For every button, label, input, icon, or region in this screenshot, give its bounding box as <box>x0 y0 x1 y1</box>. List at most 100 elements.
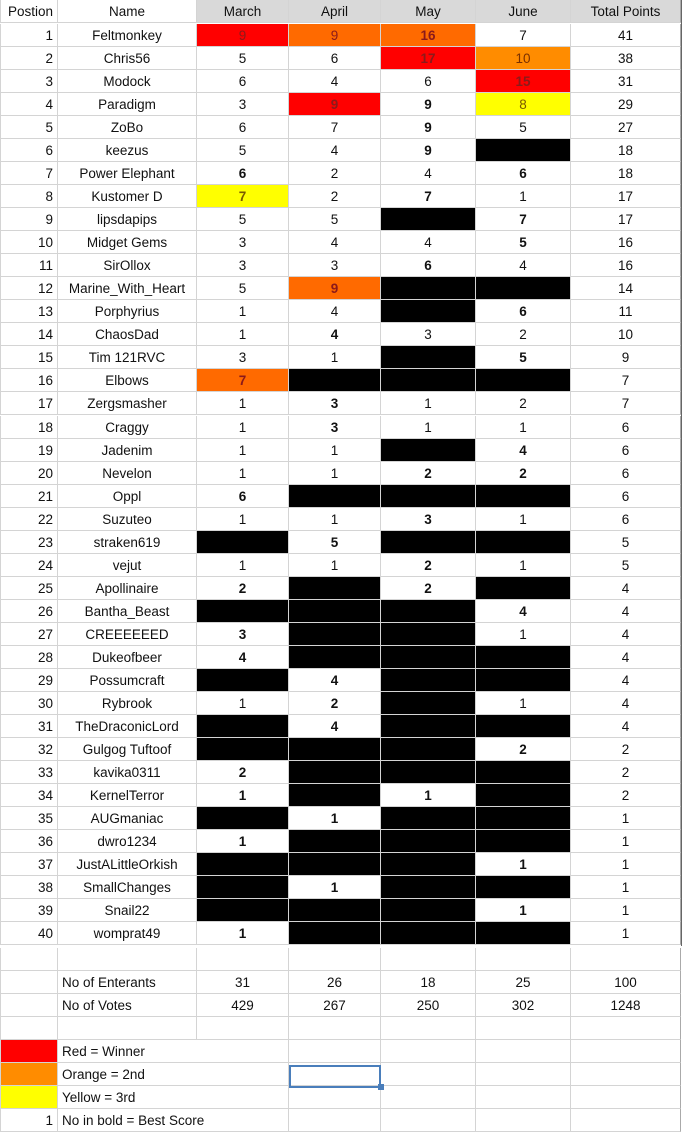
position-cell[interactable]: 10 <box>0 231 58 255</box>
position-cell[interactable]: 31 <box>0 714 58 738</box>
total-points-cell[interactable]: 1 <box>571 899 681 923</box>
name-cell[interactable]: keezus <box>58 139 197 163</box>
name-cell[interactable]: vejut <box>58 553 197 577</box>
april-score-cell[interactable]: 3 <box>289 254 381 278</box>
empty-cell[interactable] <box>381 1040 476 1064</box>
may-summary-cell[interactable]: 18 <box>381 971 476 995</box>
june-score-cell[interactable]: 1 <box>476 622 571 646</box>
total-points-cell[interactable]: 6 <box>571 507 681 531</box>
march-score-cell[interactable]: 4 <box>197 645 289 669</box>
empty-cell[interactable] <box>476 1017 571 1041</box>
empty-cell[interactable] <box>476 1109 571 1133</box>
march-score-cell[interactable] <box>197 807 289 831</box>
empty-cell[interactable] <box>381 1109 476 1133</box>
total-points-cell[interactable]: 14 <box>571 277 681 301</box>
position-cell[interactable]: 22 <box>0 507 58 531</box>
june-score-cell[interactable]: 1 <box>476 185 571 209</box>
march-score-cell[interactable]: 1 <box>197 691 289 715</box>
april-score-cell[interactable] <box>289 830 381 854</box>
name-cell[interactable]: Bantha_Beast <box>58 599 197 623</box>
april-score-cell[interactable]: 4 <box>289 323 381 347</box>
june-score-cell[interactable]: 15 <box>476 70 571 94</box>
total-points-cell[interactable]: 7 <box>571 392 681 416</box>
june-score-cell[interactable]: 1 <box>476 415 571 439</box>
april-score-cell[interactable]: 1 <box>289 507 381 531</box>
name-cell[interactable]: Chris56 <box>58 47 197 71</box>
position-cell[interactable]: 8 <box>0 185 58 209</box>
total-points-cell[interactable]: 4 <box>571 576 681 600</box>
header-june[interactable]: June <box>476 0 571 23</box>
position-cell[interactable]: 26 <box>0 599 58 623</box>
empty-cell[interactable] <box>571 1017 681 1041</box>
march-score-cell[interactable]: 3 <box>197 622 289 646</box>
april-score-cell[interactable] <box>289 622 381 646</box>
may-score-cell[interactable] <box>381 484 476 508</box>
fill-handle[interactable] <box>378 1084 384 1090</box>
june-score-cell[interactable] <box>476 139 571 163</box>
name-cell[interactable]: TheDraconicLord <box>58 714 197 738</box>
may-score-cell[interactable]: 7 <box>381 185 476 209</box>
empty-cell[interactable] <box>197 1040 289 1064</box>
empty-cell[interactable] <box>381 1086 476 1110</box>
name-cell[interactable]: Nevelon <box>58 461 197 485</box>
total-points-cell[interactable]: 17 <box>571 185 681 209</box>
may-score-cell[interactable] <box>381 645 476 669</box>
total-points-cell[interactable]: 4 <box>571 622 681 646</box>
name-cell[interactable]: Rybrook <box>58 691 197 715</box>
name-cell[interactable]: Snail22 <box>58 899 197 923</box>
april-summary-cell[interactable]: 267 <box>289 994 381 1018</box>
march-score-cell[interactable] <box>197 853 289 877</box>
may-summary-cell[interactable]: 250 <box>381 994 476 1018</box>
june-score-cell[interactable] <box>476 277 571 301</box>
total-points-cell[interactable]: 7 <box>571 369 681 393</box>
empty-cell[interactable] <box>571 1063 681 1087</box>
name-cell[interactable]: ZoBo <box>58 116 197 140</box>
empty-cell[interactable] <box>476 1040 571 1064</box>
name-cell[interactable]: Gulgog Tuftoof <box>58 737 197 761</box>
name-cell[interactable]: Feltmonkey <box>58 24 197 47</box>
march-score-cell[interactable]: 1 <box>197 323 289 347</box>
march-score-cell[interactable] <box>197 530 289 554</box>
empty-cell[interactable] <box>571 948 681 972</box>
may-score-cell[interactable] <box>381 899 476 923</box>
position-cell[interactable]: 38 <box>0 876 58 900</box>
empty-cell[interactable] <box>289 948 381 972</box>
april-score-cell[interactable] <box>289 737 381 761</box>
april-score-cell[interactable]: 7 <box>289 116 381 140</box>
empty-cell[interactable] <box>197 948 289 972</box>
june-score-cell[interactable] <box>476 714 571 738</box>
june-score-cell[interactable] <box>476 484 571 508</box>
name-cell[interactable]: Elbows <box>58 369 197 393</box>
april-score-cell[interactable] <box>289 369 381 393</box>
april-score-cell[interactable]: 3 <box>289 392 381 416</box>
empty-cell[interactable] <box>381 1063 476 1087</box>
empty-cell[interactable] <box>289 1040 381 1064</box>
position-cell[interactable]: 14 <box>0 323 58 347</box>
position-cell[interactable]: 20 <box>0 461 58 485</box>
total-points-cell[interactable]: 6 <box>571 484 681 508</box>
april-score-cell[interactable]: 1 <box>289 346 381 370</box>
march-score-cell[interactable] <box>197 599 289 623</box>
legend-color-swatch[interactable] <box>0 1040 58 1064</box>
may-score-cell[interactable]: 4 <box>381 231 476 255</box>
empty-cell[interactable] <box>0 994 58 1018</box>
may-score-cell[interactable] <box>381 691 476 715</box>
june-score-cell[interactable] <box>476 369 571 393</box>
june-score-cell[interactable]: 4 <box>476 438 571 462</box>
march-score-cell[interactable]: 5 <box>197 139 289 163</box>
position-cell[interactable]: 2 <box>0 47 58 71</box>
header-name[interactable]: Name <box>58 0 197 23</box>
empty-cell[interactable] <box>289 1109 381 1133</box>
april-score-cell[interactable] <box>289 922 381 946</box>
june-score-cell[interactable] <box>476 760 571 784</box>
may-score-cell[interactable]: 17 <box>381 47 476 71</box>
total-points-cell[interactable]: 9 <box>571 346 681 370</box>
may-score-cell[interactable]: 6 <box>381 70 476 94</box>
total-points-cell[interactable]: 16 <box>571 231 681 255</box>
total-points-cell[interactable]: 2 <box>571 783 681 807</box>
april-score-cell[interactable]: 9 <box>289 277 381 301</box>
position-cell[interactable]: 11 <box>0 254 58 278</box>
empty-cell[interactable] <box>197 1109 289 1133</box>
position-cell[interactable]: 28 <box>0 645 58 669</box>
june-score-cell[interactable]: 1 <box>476 507 571 531</box>
